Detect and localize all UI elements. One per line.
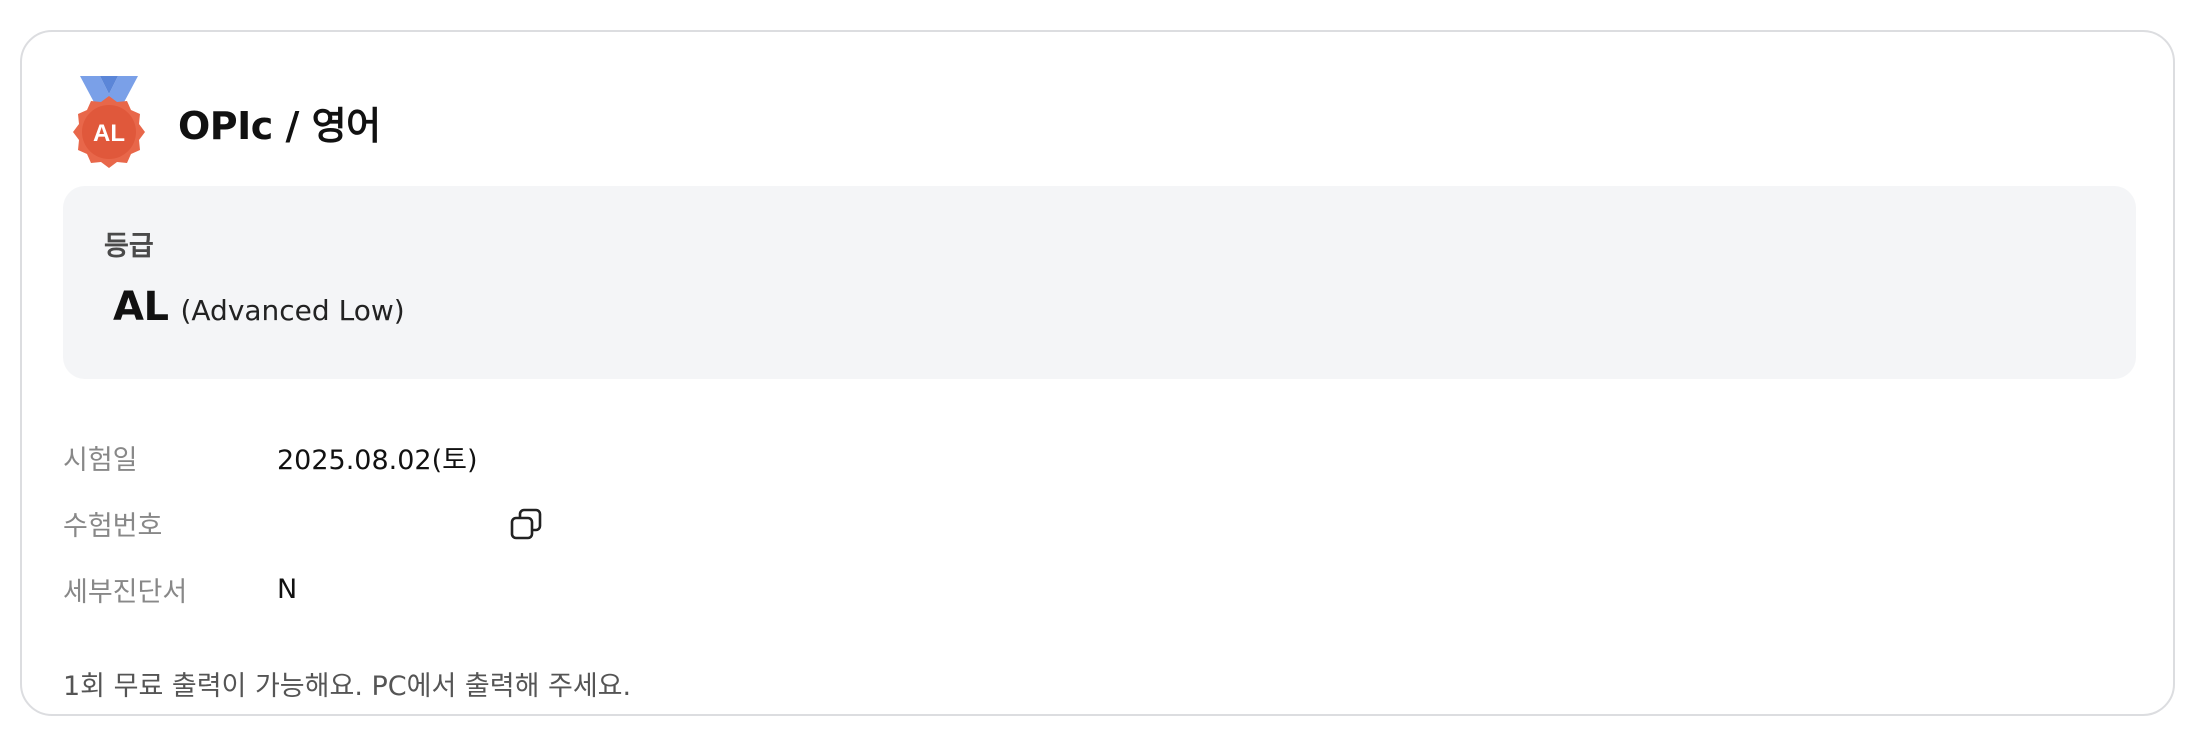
detail-report-label: 세부진단서 xyxy=(63,576,188,608)
info-row-test-date: 시험일 2025.08.02(토) xyxy=(63,424,478,490)
certificate-card: AL OPIc / 영어 등급 AL (Advanced Low) 시험일 20… xyxy=(20,30,2175,716)
exam-number-label: 수험번호 xyxy=(63,510,163,542)
copy-icon[interactable] xyxy=(509,507,543,541)
grade-row: AL (Advanced Low) xyxy=(113,284,405,330)
medal-icon: AL xyxy=(66,76,152,168)
detail-report-value: N xyxy=(277,573,298,605)
grade-name: (Advanced Low) xyxy=(180,294,405,327)
test-date-label: 시험일 xyxy=(63,444,138,476)
grade-label: 등급 xyxy=(104,231,154,262)
test-date-value: 2025.08.02(토) xyxy=(277,444,478,476)
card-header: AL OPIc / 영어 xyxy=(66,76,381,168)
medal-badge-text: AL xyxy=(93,120,125,147)
grade-box: 등급 AL (Advanced Low) xyxy=(63,186,2136,379)
info-row-detail-report: 세부진단서 N xyxy=(63,556,478,622)
exam-title: OPIc / 영어 xyxy=(178,103,381,148)
info-row-exam-number: 수험번호 xyxy=(63,490,542,556)
grade-code: AL xyxy=(113,284,169,330)
print-notice: 1회 무료 출력이 가능해요. PC에서 출력해 주세요. xyxy=(63,671,632,702)
info-list: 시험일 2025.08.02(토) 수험번호 세부진단서 N xyxy=(63,424,542,622)
